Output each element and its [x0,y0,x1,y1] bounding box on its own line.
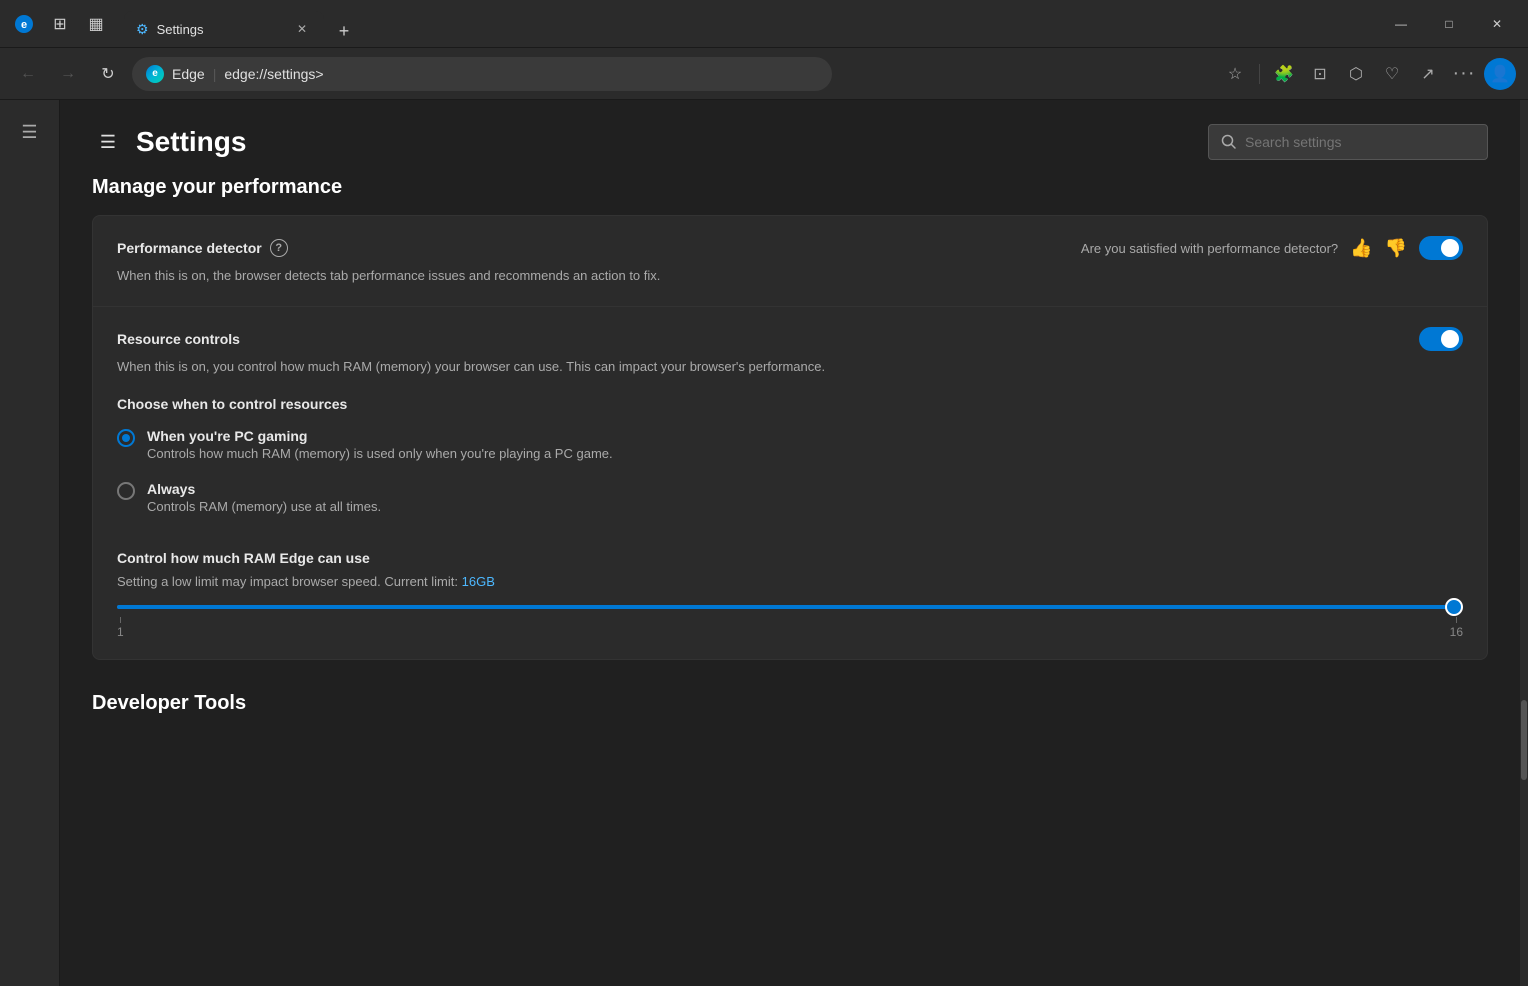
current-limit-link[interactable]: 16GB [462,574,495,589]
slider-tick-min: 1 [117,617,124,639]
new-tab-button[interactable]: + [328,15,360,47]
settings-sidebar: ☰ [0,100,60,986]
browser-icon: e [8,8,40,40]
performance-detector-desc: When this is on, the browser detects tab… [117,266,1463,286]
radio-gaming-input[interactable] [117,429,135,447]
back-button[interactable]: ← [12,58,44,90]
address-separator: | [213,66,217,82]
radio-always-labels: Always Controls RAM (memory) use at all … [147,481,381,514]
search-box[interactable] [1208,124,1488,160]
page-scrollbar[interactable] [1520,100,1528,986]
search-icon [1221,134,1237,150]
settings-tab[interactable]: ⚙ Settings ✕ [124,11,324,47]
performance-detector-toggle[interactable] [1419,236,1463,260]
forward-button[interactable]: → [52,58,84,90]
slider-row: 1 16 [117,605,1463,639]
performance-detector-row: Performance detector ? Are you satisfied… [93,216,1487,307]
developer-tools-title: Developer Tools [92,692,1488,715]
ram-control-desc: Setting a low limit may impact browser s… [117,574,1463,589]
slider-container: 1 16 [117,605,1463,639]
settings-scroll: Manage your performance Performance dete… [60,176,1520,986]
refresh-button[interactable]: ↻ [92,58,124,90]
slider-track [117,605,1463,609]
profile-icon[interactable]: 👤 [1484,58,1516,90]
slider-thumb[interactable] [1445,598,1463,616]
maximize-button[interactable]: □ [1426,8,1472,40]
more-menu-button[interactable]: ··· [1448,58,1480,90]
ram-control-title: Control how much RAM Edge can use [117,550,370,566]
search-input[interactable] [1245,134,1475,150]
vertical-tabs-btn[interactable]: ▦ [80,8,112,40]
settings-tab-label: Settings [157,22,204,37]
minimize-button[interactable]: — [1378,8,1424,40]
radio-always-option: Always Controls RAM (memory) use at all … [117,481,1463,514]
choose-when-section: Choose when to control resources When yo… [117,396,1463,534]
main-content: ☰ ☰ Settings Manage your performance [0,100,1528,986]
radio-always-input[interactable] [117,482,135,500]
performance-detector-title: Performance detector ? [117,239,288,257]
page-title: Settings [136,126,246,158]
settings-title-row: ☰ Settings [92,126,246,158]
sidebar-toggle-icon[interactable]: ⊡ [1304,58,1336,90]
settings-area: ☰ Settings Manage your performance [60,100,1520,986]
thumbs-down-icon[interactable]: 👎 [1385,238,1407,259]
thumbs-up-icon[interactable]: 👍 [1350,238,1372,259]
radio-gaming-desc: Controls how much RAM (memory) is used o… [147,446,613,461]
address-field[interactable]: e Edge | edge://settings> [132,57,832,91]
wallet-icon[interactable]: ⬡ [1340,58,1372,90]
radio-always-desc: Controls RAM (memory) use at all times. [147,499,381,514]
favorites-icon[interactable]: ☆ [1219,58,1251,90]
ram-slider-section: Control how much RAM Edge can use Settin… [117,534,1463,639]
performance-detector-help-icon[interactable]: ? [270,239,288,257]
settings-tab-icon: ⚙ [136,21,149,38]
performance-section-title: Manage your performance [92,176,1488,199]
resource-controls-title: Resource controls [117,331,240,347]
slider-header: Control how much RAM Edge can use [117,550,1463,566]
radio-gaming-option: When you're PC gaming Controls how much … [117,428,1463,461]
toolbar-separator-1 [1259,64,1260,84]
share-icon[interactable]: ↗ [1412,58,1444,90]
sidebar-hamburger[interactable]: ☰ [10,112,50,152]
performance-detector-header: Performance detector ? Are you satisfied… [117,236,1463,260]
url-display: edge://settings> [224,66,323,82]
extensions-icon[interactable]: 🧩 [1268,58,1300,90]
slider-fill [117,605,1463,609]
radio-always-label: Always [147,481,381,497]
browser-name-label: Edge [172,66,205,82]
resource-controls-toggle[interactable] [1419,327,1463,351]
edge-logo-icon: e [146,65,164,83]
toolbar-icons: ☆ 🧩 ⊡ ⬡ ♡ ↗ ··· 👤 [1219,58,1516,90]
settings-tab-close[interactable]: ✕ [292,19,312,39]
tab-strip: ⚙ Settings ✕ + [116,0,1374,47]
radio-gaming-labels: When you're PC gaming Controls how much … [147,428,613,461]
resource-controls-header: Resource controls [117,327,1463,351]
titlebar: e ⊞ ▦ ⚙ Settings ✕ + — □ ✕ [0,0,1528,48]
settings-header: ☰ Settings [60,100,1520,176]
copilot-icon[interactable]: ♡ [1376,58,1408,90]
window-controls: — □ ✕ [1378,8,1520,40]
resource-controls-row: Resource controls When this is on, you c… [93,307,1487,660]
scrollbar-thumb[interactable] [1521,700,1527,780]
radio-gaming-label: When you're PC gaming [147,428,613,444]
settings-menu-button[interactable]: ☰ [92,126,124,158]
close-button[interactable]: ✕ [1474,8,1520,40]
choose-when-title: Choose when to control resources [117,396,1463,412]
slider-tick-max: 16 [1450,617,1463,639]
performance-detector-controls: Are you satisfied with performance detec… [1081,236,1463,260]
resource-controls-right [1419,327,1463,351]
addressbar: ← → ↻ e Edge | edge://settings> ☆ 🧩 ⊡ ⬡ … [0,48,1528,100]
feedback-question: Are you satisfied with performance detec… [1081,241,1338,256]
performance-card: Performance detector ? Are you satisfied… [92,215,1488,660]
favorites-collections-btn[interactable]: ⊞ [44,8,76,40]
svg-text:e: e [21,19,27,31]
slider-labels: 1 16 [117,617,1463,639]
resource-controls-desc: When this is on, you control how much RA… [117,357,1463,377]
